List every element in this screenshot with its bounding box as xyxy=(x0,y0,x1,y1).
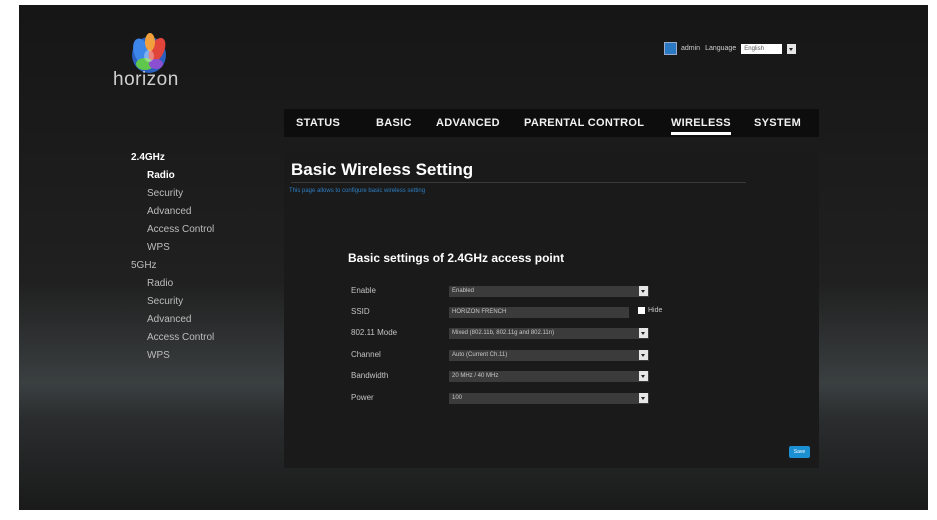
bandwidth-select[interactable]: 20 MHz / 40 MHz xyxy=(449,371,649,382)
main-nav: STATUS BASIC ADVANCED PARENTAL CONTROL W… xyxy=(284,109,819,137)
tab-status[interactable]: STATUS xyxy=(296,117,340,129)
chevron-down-icon[interactable] xyxy=(639,350,648,360)
sidebar-item-wps-5[interactable]: WPS xyxy=(147,350,170,361)
sidebar-item-security-5[interactable]: Security xyxy=(147,296,183,307)
enable-select[interactable]: Enabled xyxy=(449,286,649,297)
content-panel: Basic Wireless Setting This page allows … xyxy=(284,153,819,468)
tab-basic[interactable]: BASIC xyxy=(376,117,412,129)
section-title: Basic settings of 2.4GHz access point xyxy=(348,251,565,265)
title-divider xyxy=(291,182,746,183)
chevron-down-icon[interactable] xyxy=(639,393,648,403)
tab-system[interactable]: SYSTEM xyxy=(754,117,801,129)
chevron-down-icon[interactable] xyxy=(639,286,648,296)
ssid-label: SSID xyxy=(351,307,370,316)
language-select[interactable]: English xyxy=(741,43,783,54)
sidebar-item-radio-24[interactable]: Radio xyxy=(147,170,175,181)
router-admin-page: horizon admin Language English STATUS BA… xyxy=(19,5,928,510)
sidebar-item-advanced-5[interactable]: Advanced xyxy=(147,314,191,325)
sidebar-item-access-control-24[interactable]: Access Control xyxy=(147,224,214,235)
user-icon[interactable] xyxy=(664,42,677,55)
sidebar-group-5ghz: 5GHz xyxy=(131,260,157,271)
username: admin xyxy=(681,45,701,52)
page-title: Basic Wireless Setting xyxy=(291,160,474,179)
mode-select[interactable]: Mixed (802.11b, 802.11g and 802.11n) xyxy=(449,328,649,339)
channel-label: Channel xyxy=(351,350,381,359)
tab-advanced[interactable]: ADVANCED xyxy=(436,117,500,129)
logo-text: horizon xyxy=(113,69,179,90)
hide-checkbox[interactable] xyxy=(638,307,645,314)
sidebar-item-wps-24[interactable]: WPS xyxy=(147,242,170,253)
page-description: This page allows to configure basic wire… xyxy=(289,188,426,194)
user-language-bar: admin Language English xyxy=(664,42,797,55)
chevron-down-icon[interactable] xyxy=(639,328,648,338)
mode-label: 802.11 Mode xyxy=(351,328,398,337)
sidebar-item-security-24[interactable]: Security xyxy=(147,188,183,199)
bandwidth-label: Bandwidth xyxy=(351,371,389,380)
power-select[interactable]: 100 xyxy=(449,393,649,404)
sidebar-item-access-control-5[interactable]: Access Control xyxy=(147,332,214,343)
sidebar-item-advanced-24[interactable]: Advanced xyxy=(147,206,191,217)
tab-parental-control[interactable]: PARENTAL CONTROL xyxy=(524,117,644,129)
save-button[interactable]: Save xyxy=(789,446,810,458)
power-label: Power xyxy=(351,393,374,402)
sidebar-item-radio-5[interactable]: Radio xyxy=(147,278,173,289)
hide-ssid-toggle[interactable]: Hide xyxy=(638,307,662,314)
chevron-down-icon[interactable] xyxy=(787,43,797,54)
enable-label: Enable xyxy=(351,286,376,295)
hide-label: Hide xyxy=(648,307,663,314)
ssid-input[interactable]: HORIZON FRENCH xyxy=(449,307,629,318)
channel-select[interactable]: Auto (Current Ch.11) xyxy=(449,350,649,361)
language-label: Language xyxy=(705,45,737,52)
chevron-down-icon[interactable] xyxy=(639,371,648,381)
tab-wireless[interactable]: WIRELESS xyxy=(671,117,731,135)
sidebar-group-24ghz: 2.4GHz xyxy=(131,152,165,163)
